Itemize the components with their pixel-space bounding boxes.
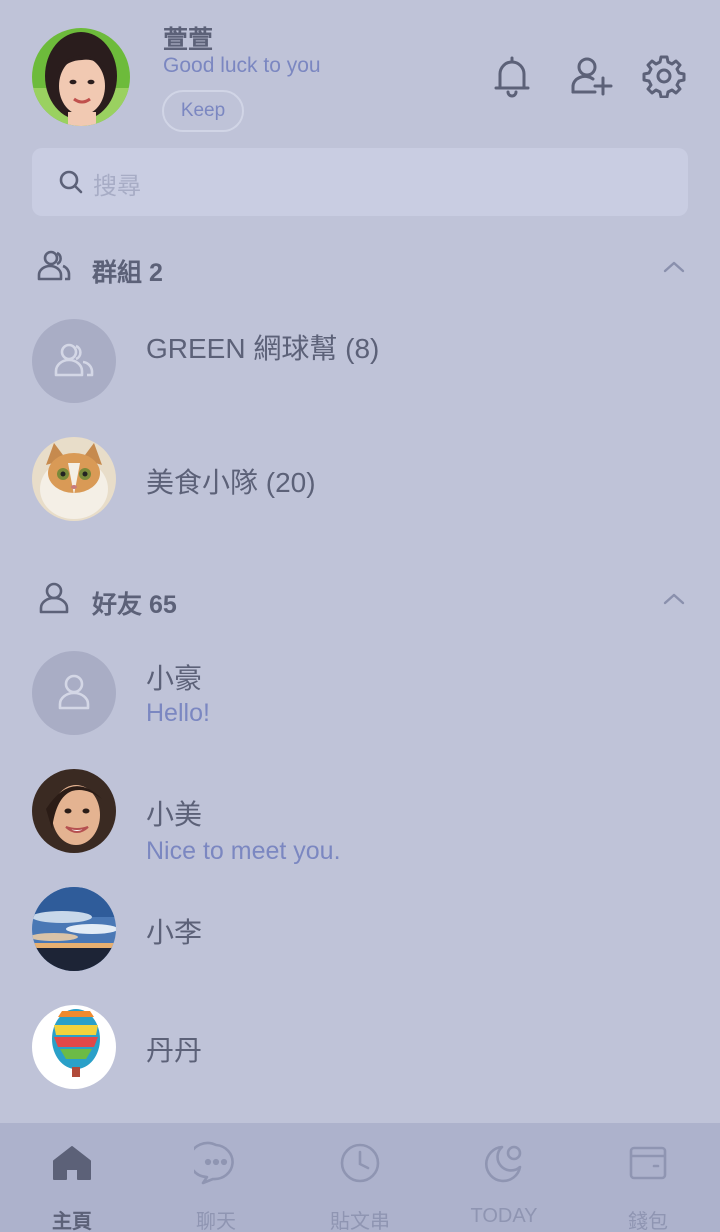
group-row[interactable]: 美食小隊 (20) — [0, 429, 720, 529]
nav-label: 聊天 — [196, 1211, 236, 1232]
wallet-icon — [626, 1141, 670, 1185]
profile-name: 萱萱 — [163, 26, 214, 54]
friend-name: 小豪 — [146, 663, 203, 694]
nav-timeline[interactable]: 貼文串 — [288, 1123, 432, 1232]
gear-icon[interactable] — [642, 54, 686, 99]
group-placeholder-avatar — [32, 319, 116, 403]
chevron-up-icon[interactable] — [660, 586, 688, 610]
cat-avatar — [32, 437, 116, 521]
nav-wallet[interactable]: 錢包 — [576, 1123, 720, 1232]
friend-row[interactable]: 丹丹 — [0, 997, 720, 1097]
keep-button[interactable]: Keep — [162, 90, 244, 132]
search-bar[interactable]: 搜尋 — [32, 148, 688, 216]
friend-row[interactable]: 小李 — [0, 879, 720, 979]
bell-icon[interactable] — [490, 54, 534, 98]
nav-label: 貼文串 — [330, 1211, 390, 1232]
nav-chat[interactable]: 聊天 — [144, 1123, 288, 1232]
friend-name: 小李 — [146, 917, 203, 948]
friend-status-message: Nice to meet you. — [146, 837, 341, 865]
bottom-navigation: 主頁 聊天 貼文串 TODAY 錢包 — [0, 1123, 720, 1232]
search-input[interactable]: 搜尋 — [93, 166, 141, 201]
user-icon — [36, 580, 72, 616]
friends-section-title: 好友 65 — [92, 591, 177, 619]
friends-section-header[interactable]: 好友 65 — [0, 576, 720, 620]
user-placeholder-avatar — [32, 651, 116, 735]
friend-status-message: Hello! — [146, 699, 210, 727]
groups-icon — [36, 248, 72, 284]
group-name: 美食小隊 (20) — [146, 467, 316, 498]
search-icon — [58, 169, 84, 195]
chevron-up-icon[interactable] — [660, 254, 688, 278]
friend-row[interactable]: 小美 Nice to meet you. — [0, 761, 720, 865]
chat-icon — [188, 1141, 238, 1185]
profile-avatar[interactable] — [32, 28, 130, 126]
clock-icon — [338, 1141, 382, 1185]
groups-section-header[interactable]: 群組 2 — [0, 244, 720, 288]
profile-header: 萱萱 Good luck to you Keep — [0, 0, 720, 140]
nav-label: 主頁 — [52, 1211, 92, 1232]
friend-name: 丹丹 — [146, 1035, 203, 1066]
woman-avatar — [32, 769, 116, 853]
friend-row[interactable]: 小豪 Hello! — [0, 643, 720, 743]
nav-home[interactable]: 主頁 — [0, 1123, 144, 1232]
groups-section-title: 群組 2 — [92, 259, 163, 287]
group-name: GREEN 網球幫 (8) — [146, 333, 380, 364]
sky-avatar — [32, 887, 116, 971]
group-row[interactable]: GREEN 網球幫 (8) — [0, 311, 720, 411]
balloon-avatar — [32, 1005, 116, 1089]
friend-name: 小美 — [146, 799, 203, 830]
profile-status-message[interactable]: Good luck to you — [163, 54, 321, 78]
nav-label: 錢包 — [628, 1211, 668, 1232]
home-icon — [50, 1141, 94, 1185]
add-friend-icon[interactable] — [569, 54, 613, 98]
today-icon — [482, 1141, 526, 1185]
nav-label: TODAY — [470, 1205, 538, 1227]
nav-today[interactable]: TODAY — [432, 1123, 576, 1232]
